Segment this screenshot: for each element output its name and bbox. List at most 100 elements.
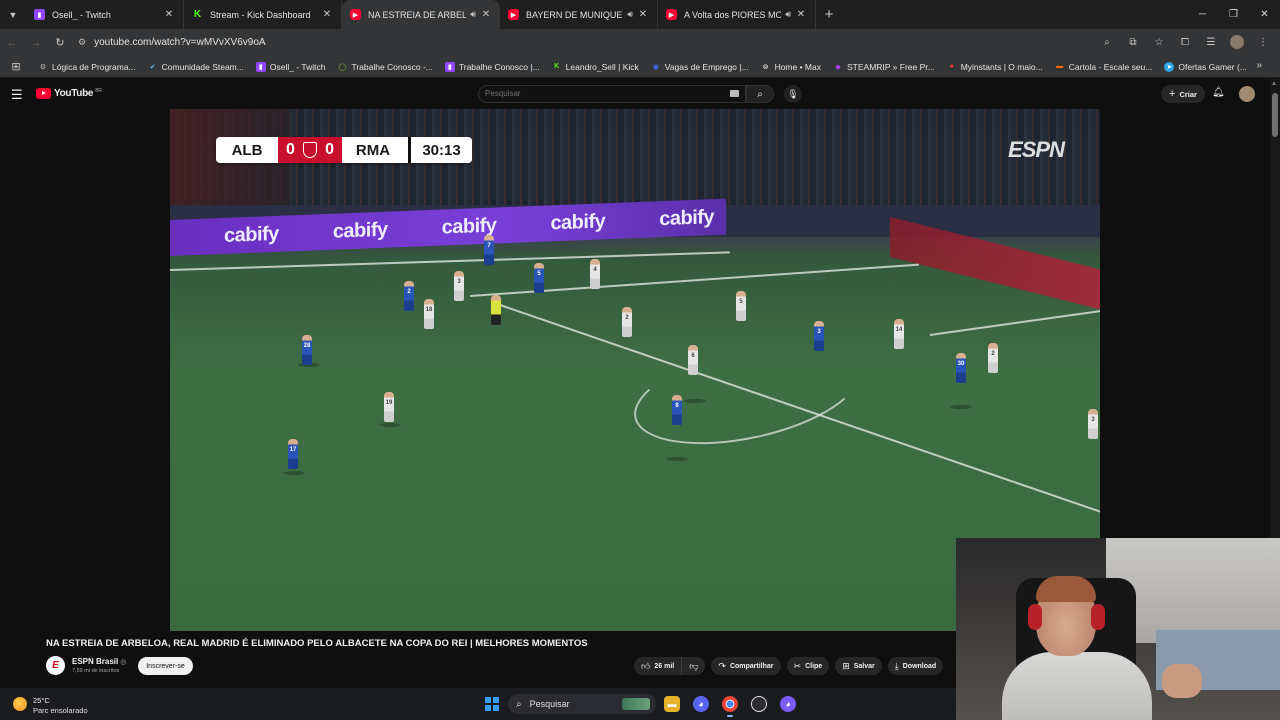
voice-search-button[interactable]: 🎙︎ bbox=[784, 85, 802, 103]
share-button[interactable]: ↷ Compartilhar bbox=[711, 657, 781, 675]
channel-name[interactable]: ESPN Brasil bbox=[72, 657, 118, 666]
save-button[interactable]: ⊞ Salvar bbox=[835, 657, 882, 675]
bookmark-item[interactable]: ⊚ Home • Max bbox=[761, 62, 821, 72]
webcam-person-hair bbox=[1036, 576, 1096, 602]
bookmark-label: Cartola - Escale seu... bbox=[1068, 61, 1153, 72]
search-input[interactable] bbox=[485, 89, 715, 98]
keyboard-icon[interactable] bbox=[730, 90, 739, 97]
bookmark-item[interactable]: ▮ Osell_ - Twitch bbox=[255, 61, 325, 72]
youtube-masthead: ☰ YouTube BR ⌕ 🎙︎ +Criar 🔔︎ bbox=[0, 79, 1280, 109]
search-icon: ⌕ bbox=[516, 698, 522, 710]
apps-grid-icon[interactable]: ⊞ bbox=[6, 60, 26, 73]
browser-tab[interactable]: ▶ A Volta dos PIORES MOMEN 🔊︎ ✕ bbox=[658, 0, 816, 29]
speaker-icon[interactable]: 🔊︎ bbox=[627, 9, 633, 20]
search-button[interactable]: ⌕ bbox=[746, 85, 774, 103]
referee bbox=[491, 295, 501, 325]
thumbs-down-icon: 👎︎ bbox=[689, 660, 699, 671]
address-bar[interactable]: ⚙ youtube.com/watch?v=wMVvXV6v9oA bbox=[76, 32, 1076, 54]
tab-title: Osell_ - Twitch bbox=[52, 9, 111, 20]
chrome-icon[interactable] bbox=[722, 696, 738, 717]
more-bookmarks-icon[interactable]: » bbox=[1256, 60, 1262, 71]
notifications-bell-icon[interactable]: 🔔︎ bbox=[1212, 87, 1225, 98]
weather-sun-icon[interactable] bbox=[13, 697, 27, 711]
bookmark-item[interactable]: ➤ Ofertas Gamer (... bbox=[1164, 61, 1247, 72]
browser-tab-active[interactable]: ▶ NA ESTREIA DE ARBELOA, R 🔊︎ ✕ bbox=[342, 0, 500, 29]
close-icon[interactable]: ✕ bbox=[637, 9, 649, 20]
download-button[interactable]: ⤓ Download bbox=[887, 657, 944, 675]
site-info-icon[interactable]: ⚙ bbox=[78, 37, 86, 48]
extensions-icon[interactable]: ⧠ bbox=[1174, 30, 1196, 54]
channel-name-row[interactable]: ESPN Brasil ◎ bbox=[72, 657, 126, 666]
new-tab-button[interactable]: + bbox=[816, 6, 842, 23]
profile-avatar[interactable] bbox=[1226, 30, 1248, 54]
clip-button[interactable]: ✂ Clipe bbox=[786, 657, 830, 675]
bookmark-star-icon[interactable]: ☆ bbox=[1148, 30, 1170, 54]
forward-arrow-icon[interactable]: → bbox=[24, 31, 48, 55]
tab-search-chevron-icon[interactable]: ▼ bbox=[0, 0, 26, 29]
twitch-icon: ▮ bbox=[34, 9, 45, 20]
restore-icon[interactable]: ❐ bbox=[1218, 0, 1249, 29]
reload-icon[interactable]: ↻ bbox=[48, 31, 72, 55]
bookmark-item[interactable]: ⚙ Lógica de Programa... bbox=[38, 62, 136, 72]
channel-avatar[interactable] bbox=[46, 656, 65, 675]
scroll-up-icon[interactable]: ▲ bbox=[1271, 81, 1277, 87]
close-icon[interactable]: ✕ bbox=[480, 9, 492, 20]
close-icon[interactable]: ✕ bbox=[321, 9, 333, 20]
bookmark-item[interactable]: ▬ Cartola - Escale seu... bbox=[1055, 61, 1153, 72]
match-clock: 30:13 bbox=[408, 137, 472, 163]
close-icon[interactable]: ✕ bbox=[795, 9, 807, 20]
taskbar-search[interactable]: ⌕ Pesquisar bbox=[508, 694, 656, 714]
bookmark-label: Ofertas Gamer (... bbox=[1178, 61, 1247, 72]
speaker-icon[interactable]: 🔊︎ bbox=[470, 9, 476, 20]
file-explorer-icon[interactable]: ▬ bbox=[664, 696, 680, 712]
bookmark-label: Comunidade Steam... bbox=[161, 61, 244, 72]
close-window-icon[interactable]: ✕ bbox=[1249, 0, 1280, 29]
steam-icon: ✔ bbox=[149, 63, 156, 71]
scrollbar-thumb[interactable] bbox=[1272, 93, 1278, 137]
account-avatar[interactable] bbox=[1239, 86, 1255, 102]
windows-start-icon[interactable] bbox=[485, 697, 499, 711]
video-title: NA ESTREIA DE ARBELOA, REAL MADRID É ELI… bbox=[46, 638, 588, 649]
bookmark-item[interactable]: ✔ Comunidade Steam... bbox=[148, 62, 244, 72]
bookmark-item[interactable]: K Leandro_Sell | Kick bbox=[552, 62, 639, 72]
youtube-logo[interactable]: YouTube BR bbox=[36, 88, 102, 99]
discord-icon[interactable]: ◕ bbox=[780, 696, 796, 712]
cartola-icon: ▬ bbox=[1056, 63, 1064, 70]
weather-description[interactable]: Parc ensolarado bbox=[33, 706, 88, 715]
url-text: youtube.com/watch?v=wMVvXV6v9oA bbox=[94, 37, 266, 48]
bookmark-item[interactable]: ● Myinstants | O maio... bbox=[947, 62, 1043, 72]
windows-taskbar: 25°C Parc ensolarado ⌕ Pesquisar ▬ ◕ ◕ bbox=[0, 688, 956, 720]
weather-temperature[interactable]: 25°C bbox=[33, 696, 50, 705]
menu-icon[interactable]: ☰ bbox=[11, 87, 23, 103]
bookmark-item[interactable]: ◯ Trabalhe Conosco -... bbox=[337, 62, 433, 72]
zoom-icon[interactable]: ⌕ bbox=[1096, 30, 1118, 54]
player-blue: 3 bbox=[814, 321, 824, 351]
browser-tab[interactable]: K Stream - Kick Dashboard ✕ bbox=[184, 0, 342, 29]
webcam-person-hand bbox=[1162, 664, 1202, 698]
webcam-overlay bbox=[956, 538, 1280, 720]
create-button[interactable]: + Criar bbox=[1161, 85, 1205, 103]
plus-icon: + bbox=[1169, 88, 1176, 100]
subscribe-button[interactable]: Inscrever-se bbox=[138, 657, 193, 675]
dislike-button[interactable]: 👎︎ bbox=[682, 657, 706, 675]
player-shadow bbox=[950, 405, 972, 409]
obs-icon[interactable] bbox=[751, 696, 767, 712]
bookmark-item[interactable]: ◆ STEAMRIP » Free Pr... bbox=[833, 62, 934, 72]
search-icon: ⌕ bbox=[757, 88, 763, 100]
ad-text: cabify bbox=[332, 218, 388, 243]
browser-tab[interactable]: ▮ Osell_ - Twitch ✕ bbox=[26, 0, 184, 29]
download-icon: ⤓ bbox=[894, 660, 899, 671]
cast-icon[interactable]: ⧉ bbox=[1122, 30, 1144, 54]
tab-list-icon[interactable]: ☰ bbox=[1200, 30, 1222, 54]
bookmark-item[interactable]: ◉ Vagas de Emprego |... bbox=[651, 62, 749, 72]
discord-icon[interactable]: ◕ bbox=[693, 696, 709, 712]
bookmark-item[interactable]: ▮ Trabalhe Conosco |... bbox=[444, 61, 540, 72]
speaker-icon[interactable]: 🔊︎ bbox=[785, 9, 791, 20]
browser-menu-icon[interactable]: ⋮ bbox=[1252, 30, 1274, 54]
minimize-icon[interactable]: ─ bbox=[1187, 0, 1218, 29]
close-icon[interactable]: ✕ bbox=[163, 9, 175, 20]
browser-tab[interactable]: ▶ BAYERN DE MUNIQUE SAI ATRÁ 🔊︎ ✕ bbox=[500, 0, 658, 29]
like-button[interactable]: 👍︎ 26 mil bbox=[634, 657, 683, 675]
player-blue: 5 bbox=[534, 263, 544, 293]
back-arrow-icon[interactable]: ← bbox=[0, 31, 24, 55]
